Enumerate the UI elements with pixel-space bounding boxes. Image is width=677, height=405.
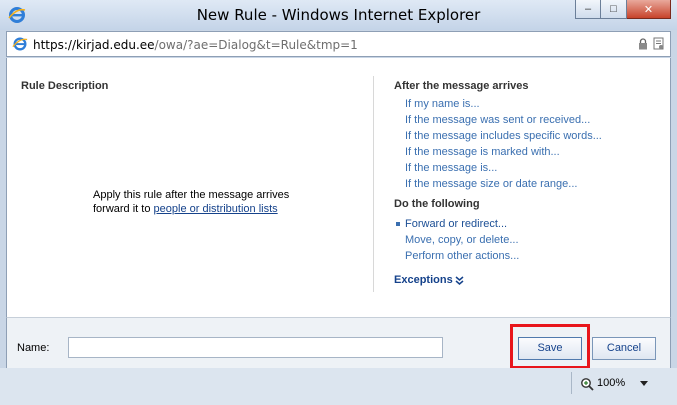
maximize-button[interactable]: □ <box>601 0 627 19</box>
condition-marked-with[interactable]: If the message is marked with... <box>394 144 664 160</box>
rule-description-title: Rule Description <box>21 80 109 92</box>
status-bar: 100% <box>0 368 677 405</box>
exceptions-label: Exceptions <box>394 274 453 286</box>
conditions-title: After the message arrives <box>394 80 529 92</box>
zoom-level[interactable]: 100% <box>597 377 625 389</box>
rule-content: Rule Description Apply this rule after t… <box>6 58 671 317</box>
rule-line-2: forward it to people or distribution lis… <box>93 202 289 216</box>
rule-footer: Name: Save Cancel <box>6 317 671 369</box>
action-other[interactable]: Perform other actions... <box>394 248 664 264</box>
url-host: https://kirjad.edu.ee <box>33 38 155 52</box>
rule-name-input[interactable] <box>68 337 443 358</box>
condition-specific-words[interactable]: If the message includes specific words..… <box>394 128 664 144</box>
rule-line-2-prefix: forward it to <box>93 203 154 215</box>
action-move-copy-delete[interactable]: Move, copy, or delete... <box>394 232 664 248</box>
window-controls: – □ ✕ <box>575 0 671 20</box>
actions-title: Do the following <box>394 198 480 210</box>
condition-message-is[interactable]: If the message is... <box>394 160 664 176</box>
exceptions-toggle[interactable]: Exceptions <box>394 272 664 288</box>
url-path: /owa/?ae=Dialog&t=Rule&tmp=1 <box>154 38 358 52</box>
status-separator <box>571 372 572 394</box>
selected-bullet <box>396 222 400 226</box>
lock-icon[interactable] <box>638 38 648 50</box>
column-divider <box>373 76 374 292</box>
cert-icon[interactable] <box>653 37 665 51</box>
window-title-bar[interactable]: New Rule - Windows Internet Explorer – □… <box>0 0 677 30</box>
address-url[interactable]: https://kirjad.edu.ee/owa/?ae=Dialog&t=R… <box>33 38 358 52</box>
double-chevron-down-icon <box>455 275 464 285</box>
condition-size-or-date[interactable]: If the message size or date range... <box>394 176 664 192</box>
ie-page-icon <box>12 37 28 51</box>
action-forward-or-redirect[interactable]: Forward or redirect... <box>394 216 664 232</box>
magnifier-icon[interactable] <box>580 377 594 391</box>
name-label: Name: <box>17 342 50 354</box>
recipients-link[interactable]: people or distribution lists <box>154 203 278 215</box>
condition-my-name[interactable]: If my name is... <box>394 96 664 112</box>
cancel-button[interactable]: Cancel <box>592 337 656 360</box>
condition-sent-or-received[interactable]: If the message was sent or received... <box>394 112 664 128</box>
zoom-dropdown-icon[interactable] <box>640 381 648 386</box>
rule-line-1: Apply this rule after the message arrive… <box>93 189 290 201</box>
address-bar[interactable]: https://kirjad.edu.ee/owa/?ae=Dialog&t=R… <box>6 31 671 57</box>
rule-description-text: Apply this rule after the message arrive… <box>93 188 289 216</box>
close-button[interactable]: ✕ <box>627 0 671 19</box>
conditions-panel: After the message arrives If my name is.… <box>394 80 664 288</box>
save-button[interactable]: Save <box>518 337 582 360</box>
minimize-button[interactable]: – <box>575 0 601 19</box>
action-forward-label: Forward or redirect... <box>405 218 508 230</box>
